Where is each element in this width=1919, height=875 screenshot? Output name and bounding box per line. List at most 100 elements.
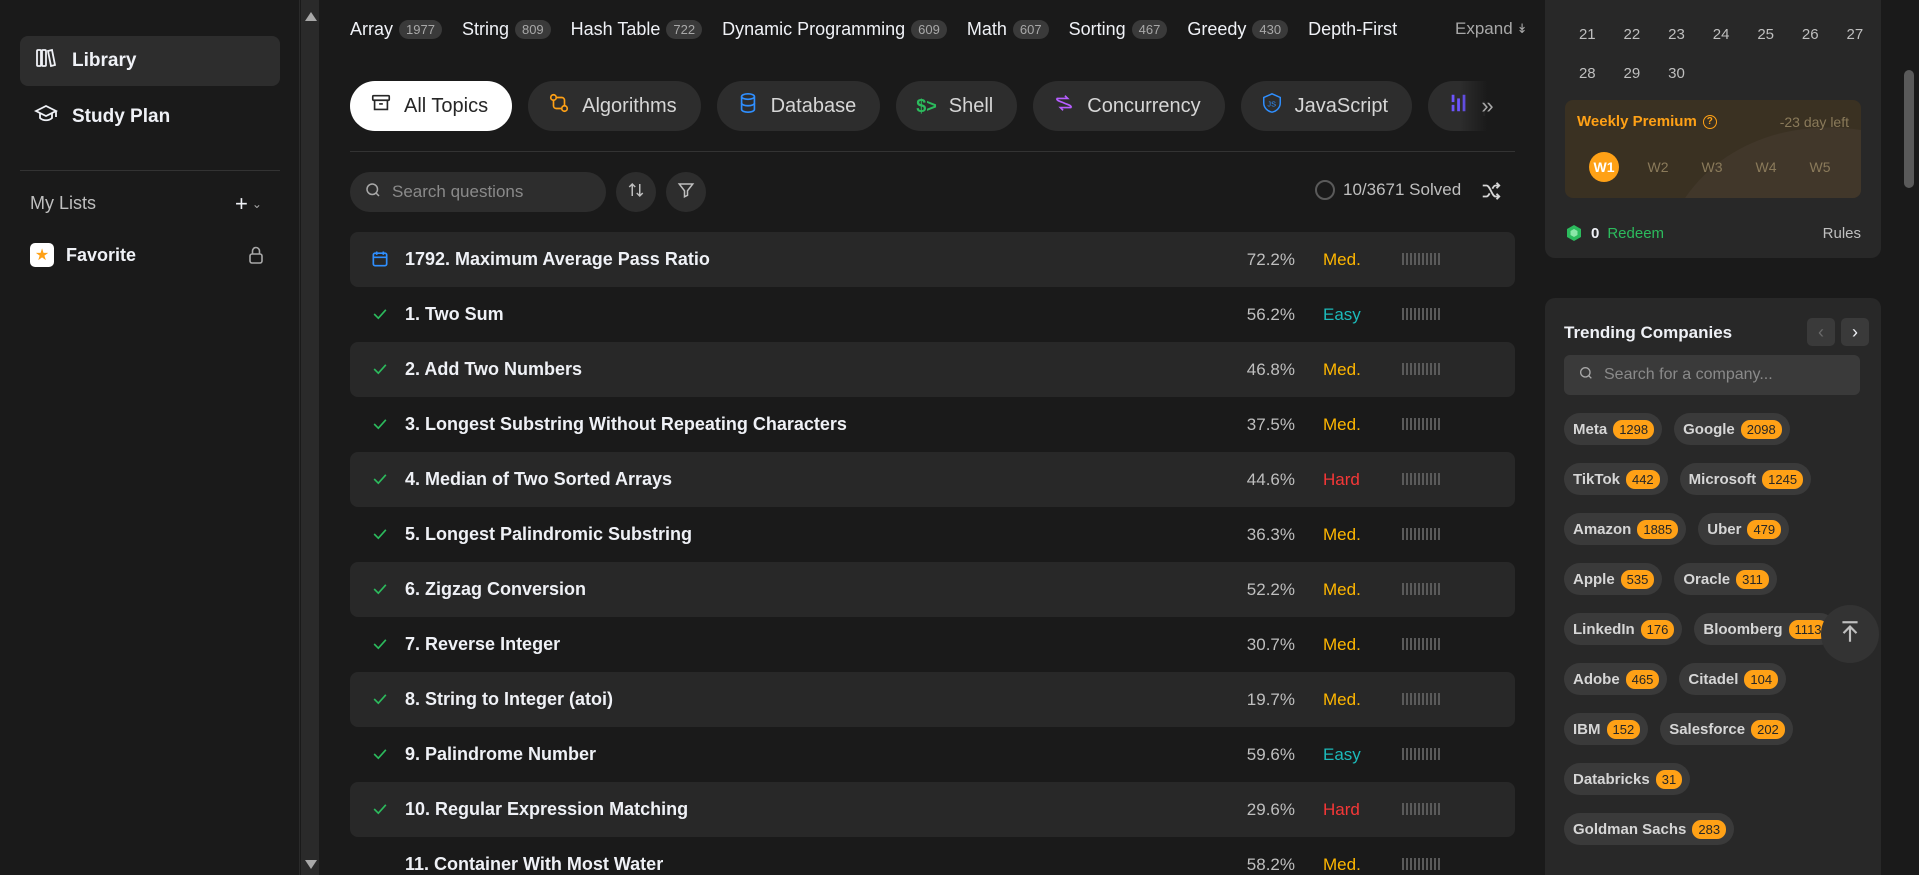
question-title[interactable]: 4. Median of Two Sorted Arrays — [405, 469, 672, 490]
company-chip[interactable]: Oracle 311 — [1674, 563, 1777, 595]
list-item-favorite[interactable]: ★ Favorite — [20, 238, 280, 272]
tag-sorting[interactable]: Sorting 467 — [1069, 19, 1168, 40]
filter-icon — [677, 181, 695, 204]
expand-tags-button[interactable]: Expand ↡ — [1435, 14, 1528, 44]
question-row[interactable]: 11. Container With Most Water 58.2% Med. — [350, 837, 1515, 875]
question-row[interactable]: 5. Longest Palindromic Substring 36.3% Med… — [350, 507, 1515, 562]
company-chip[interactable]: Uber 479 — [1698, 513, 1790, 545]
question-title[interactable]: 8. String to Integer (atoi) — [405, 689, 613, 710]
company-search-box[interactable] — [1564, 355, 1860, 395]
calendar-day[interactable]: 25 — [1743, 26, 1788, 43]
question-row[interactable]: 10. Regular Expression Matching 29.6% Hard — [350, 782, 1515, 837]
add-list-button[interactable]: + ⌄ — [235, 191, 271, 217]
search-input[interactable] — [392, 182, 592, 202]
sort-button[interactable] — [616, 172, 656, 212]
tag-math[interactable]: Math 607 — [967, 19, 1049, 40]
question-title[interactable]: 5. Longest Palindromic Substring — [405, 524, 692, 545]
company-chip[interactable]: Google 2098 — [1674, 413, 1790, 445]
tab-database[interactable]: Database — [716, 81, 881, 131]
search-questions-box[interactable] — [350, 172, 606, 212]
premium-week-2[interactable]: W2 — [1643, 152, 1673, 182]
company-chip[interactable]: LinkedIn 176 — [1564, 613, 1683, 645]
tab-javascript[interactable]: JS JavaScript — [1240, 81, 1413, 131]
scroll-categories-right-button[interactable]: » — [1460, 81, 1515, 131]
calendar-day[interactable]: 28 — [1565, 65, 1610, 82]
company-chip[interactable]: TikTok 442 — [1564, 463, 1668, 495]
tag-array[interactable]: Array 1977 — [350, 19, 442, 40]
calendar-day[interactable]: 30 — [1654, 65, 1699, 82]
question-title[interactable]: 2. Add Two Numbers — [405, 359, 582, 380]
premium-title-text: Weekly Premium — [1577, 113, 1697, 130]
page-scrollbar-thumb[interactable] — [1904, 70, 1914, 188]
company-search-input[interactable] — [1604, 366, 1844, 384]
company-chip[interactable]: Citadel 104 — [1679, 663, 1787, 695]
shuffle-button[interactable] — [1480, 180, 1504, 204]
question-row[interactable]: 1792. Maximum Average Pass Ratio 72.2% Med… — [350, 232, 1515, 287]
company-chip[interactable]: Meta 1298 — [1564, 413, 1663, 445]
tab-concurrency[interactable]: Concurrency — [1033, 81, 1225, 131]
question-row[interactable]: 6. Zigzag Conversion 52.2% Med. — [350, 562, 1515, 617]
filter-button[interactable] — [666, 172, 706, 212]
calendar-icon[interactable] — [370, 249, 390, 269]
page-scrollbar[interactable] — [1900, 0, 1919, 875]
tab-shell[interactable]: $> Shell — [896, 81, 1018, 131]
main-scrollbar[interactable] — [301, 0, 319, 875]
question-title[interactable]: 7. Reverse Integer — [405, 634, 560, 655]
premium-week-3[interactable]: W3 — [1697, 152, 1727, 182]
question-row[interactable]: 1. Two Sum 56.2% Easy — [350, 287, 1515, 342]
question-title[interactable]: 11. Container With Most Water — [405, 854, 663, 875]
question-row[interactable]: 4. Median of Two Sorted Arrays 44.6% Hard — [350, 452, 1515, 507]
question-title[interactable]: 6. Zigzag Conversion — [405, 579, 586, 600]
scroll-down-arrow-icon[interactable] — [305, 860, 317, 869]
tag-string[interactable]: String 809 — [462, 19, 551, 40]
tab-all-topics[interactable]: All Topics — [350, 81, 513, 131]
tag-dynamic-programming[interactable]: Dynamic Programming 609 — [722, 19, 947, 40]
sidebar-item-library[interactable]: Library — [20, 36, 280, 86]
calendar-day[interactable]: 24 — [1699, 26, 1744, 43]
question-row[interactable]: 2. Add Two Numbers 46.8% Med. — [350, 342, 1515, 397]
scroll-up-arrow-icon[interactable] — [305, 12, 317, 21]
question-title[interactable]: 9. Palindrome Number — [405, 744, 596, 765]
company-chip[interactable]: Salesforce 202 — [1660, 713, 1793, 745]
company-chip[interactable]: Goldman Sachs 283 — [1564, 813, 1735, 845]
calendar-day[interactable]: 23 — [1654, 26, 1699, 43]
company-chip[interactable]: Microsoft 1245 — [1679, 463, 1812, 495]
company-name: Citadel — [1688, 670, 1739, 688]
question-title[interactable]: 10. Regular Expression Matching — [405, 799, 688, 820]
tag-depth-first[interactable]: Depth-First — [1308, 19, 1397, 40]
tag-label: Dynamic Programming — [722, 18, 906, 39]
rules-link[interactable]: Rules — [1823, 225, 1861, 242]
premium-week-1[interactable]: W1 — [1589, 152, 1619, 182]
question-title[interactable]: 1792. Maximum Average Pass Ratio — [405, 249, 710, 270]
premium-week-5[interactable]: W5 — [1805, 152, 1835, 182]
company-chip[interactable]: Bloomberg 1113 — [1694, 613, 1836, 645]
question-row[interactable]: 7. Reverse Integer 30.7% Med. — [350, 617, 1515, 672]
companies-next-button[interactable]: › — [1841, 318, 1869, 346]
calendar-day[interactable]: 21 — [1565, 26, 1610, 43]
tag-hash-table[interactable]: Hash Table 722 — [571, 19, 703, 40]
premium-week-4[interactable]: W4 — [1751, 152, 1781, 182]
company-chip[interactable]: Databricks 31 — [1564, 763, 1691, 795]
calendar-day[interactable]: 27 — [1833, 26, 1878, 43]
question-row[interactable]: 8. String to Integer (atoi) 19.7% Med. — [350, 672, 1515, 727]
question-title[interactable]: 1. Two Sum — [405, 304, 504, 325]
tab-algorithms[interactable]: Algorithms — [528, 81, 701, 131]
question-row[interactable]: 3. Longest Substring Without Repeating C… — [350, 397, 1515, 452]
calendar-day[interactable]: 29 — [1610, 65, 1655, 82]
companies-prev-button[interactable]: ‹ — [1807, 318, 1835, 346]
sidebar-item-study-plan[interactable]: Study Plan — [20, 92, 280, 142]
tag-greedy[interactable]: Greedy 430 — [1187, 19, 1289, 40]
calendar-day[interactable]: 26 — [1788, 26, 1833, 43]
calendar-day[interactable]: 22 — [1610, 26, 1655, 43]
help-circle-icon[interactable]: ? — [1702, 114, 1717, 129]
weekly-premium-box[interactable]: Weekly Premium ? -23 day left W1 W2 W3 W4 W5 — [1565, 100, 1861, 198]
company-chip[interactable]: IBM 152 — [1564, 713, 1649, 745]
question-title[interactable]: 3. Longest Substring Without Repeating C… — [405, 414, 847, 435]
company-chip[interactable]: Apple 535 — [1564, 563, 1663, 595]
question-row[interactable]: 9. Palindrome Number 59.6% Easy — [350, 727, 1515, 782]
company-chip[interactable]: Amazon 1885 — [1564, 513, 1687, 545]
back-to-top-button[interactable] — [1821, 605, 1879, 663]
calendar-week: 28 29 30 — [1565, 65, 1699, 82]
company-chip[interactable]: Adobe 465 — [1564, 663, 1668, 695]
redeem-link[interactable]: Redeem — [1607, 225, 1664, 242]
